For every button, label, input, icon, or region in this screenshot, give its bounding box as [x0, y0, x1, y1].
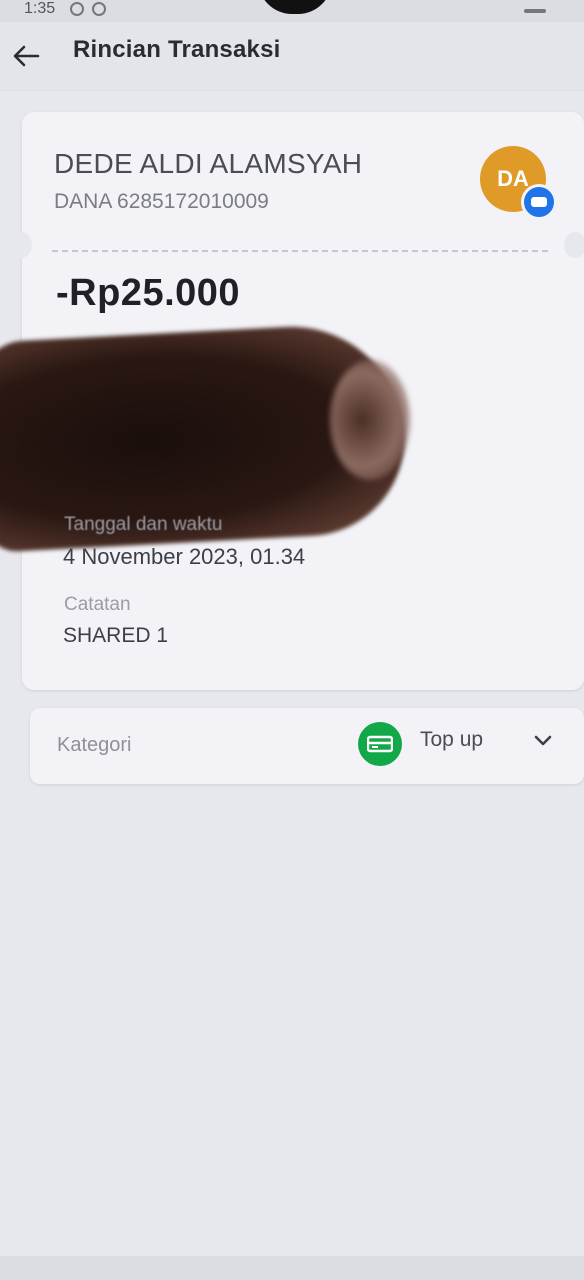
status-time: 1:35: [24, 0, 56, 17]
status-notification-icons: [70, 2, 110, 21]
note-value: SHARED 1: [63, 624, 169, 647]
dashed-divider: [52, 250, 548, 252]
card-glyph-icon: [367, 735, 393, 753]
status-indicators: [520, 0, 570, 13]
note-label: Catatan: [64, 594, 131, 615]
category-label: Kategori: [57, 734, 132, 756]
ticket-notch-right: [564, 232, 584, 258]
back-button[interactable]: [8, 38, 44, 74]
notification-icon: [92, 2, 107, 16]
app-bar: Rincian Transaksi: [0, 22, 584, 90]
notification-icon: [70, 2, 84, 16]
page-title: Rincian Transaksi: [73, 36, 281, 63]
topup-card-icon: [358, 722, 402, 766]
wallet-icon: [521, 184, 557, 220]
datetime-value: 4 November 2023, 01.34: [63, 544, 306, 569]
status-bar: 1:35: [0, 0, 584, 22]
recipient-name: DEDE ALDI ALAMSYAH: [54, 148, 363, 179]
camera-notch: [258, 0, 332, 14]
finger-tip-obstruction: [330, 360, 410, 480]
arrow-left-icon: [13, 45, 40, 67]
chevron-down-icon[interactable]: [530, 728, 556, 754]
bottom-nav-edge: [0, 1256, 584, 1280]
wallet-glyph-icon: [531, 197, 547, 207]
transaction-amount: -Rp25.000: [56, 272, 241, 314]
category-selector[interactable]: Kategori Top up: [30, 708, 584, 784]
recipient-account: DANA 6285172010009: [54, 190, 269, 213]
datetime-label: Tanggal dan waktu: [64, 514, 223, 535]
ticket-notch-left: [10, 232, 32, 258]
avatar-initials: DA: [497, 166, 529, 191]
category-value: Top up: [420, 728, 484, 751]
